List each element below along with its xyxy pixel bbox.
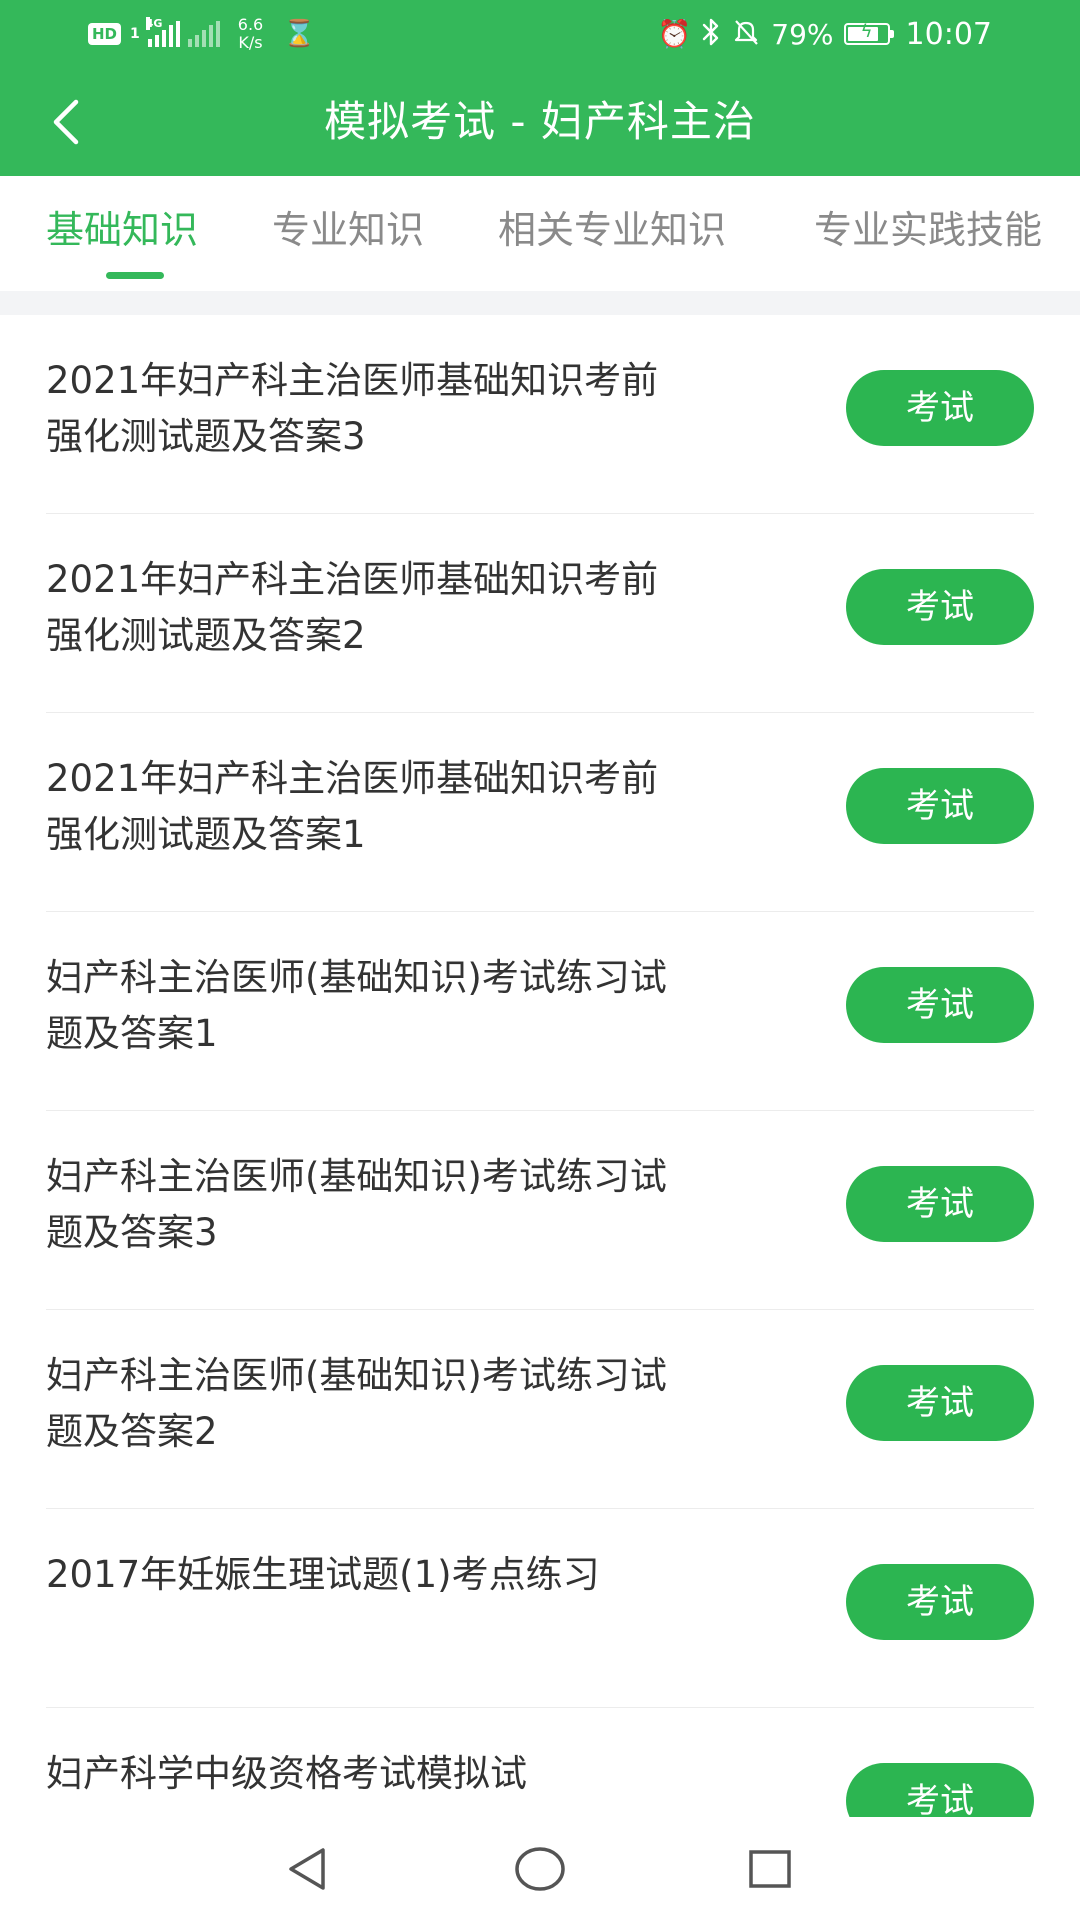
start-exam-button[interactable]: 考试 <box>846 1763 1034 1817</box>
list-item: 妇产科主治医师(基础知识)考试练习试题及答案2 考试 <box>46 1310 1034 1509</box>
hd-sub-label: 1 <box>130 26 140 42</box>
status-time: 10:07 <box>905 16 992 52</box>
exam-list: 2021年妇产科主治医师基础知识考前强化测试题及答案3 考试 2021年妇产科主… <box>0 315 1080 1817</box>
exam-title: 2021年妇产科主治医师基础知识考前强化测试题及答案1 <box>46 757 659 856</box>
start-exam-button[interactable]: 考试 <box>846 1564 1034 1640</box>
tab-related-knowledge[interactable]: 相关专业知识 <box>498 206 726 254</box>
list-item: 妇产科主治医师(基础知识)考试练习试题及答案3 考试 <box>46 1111 1034 1310</box>
exam-title: 妇产科学中级资格考试模拟试 <box>46 1752 527 1795</box>
bluetooth-icon <box>701 17 721 52</box>
nav-back-button[interactable] <box>278 1839 338 1899</box>
status-right: ⏰ 79% ϟ 10:07 <box>658 12 992 56</box>
system-nav-bar <box>0 1817 1080 1920</box>
start-exam-button[interactable]: 考试 <box>846 1166 1034 1242</box>
page-title: 模拟考试 - 妇产科主治 <box>324 97 756 146</box>
active-tab-indicator <box>106 272 164 279</box>
network-type-label: 4G <box>145 17 163 30</box>
tab-practical-skills[interactable]: 专业实践技能 <box>814 206 1042 254</box>
battery-percent: 79% <box>771 17 834 51</box>
mute-icon <box>731 17 761 52</box>
tab-basic-knowledge[interactable]: 基础知识 <box>46 206 198 254</box>
back-triangle-icon <box>289 1848 325 1890</box>
start-exam-button[interactable]: 考试 <box>846 569 1034 645</box>
exam-title: 2021年妇产科主治医师基础知识考前强化测试题及答案2 <box>46 558 659 657</box>
tab-professional-knowledge[interactable]: 专业知识 <box>272 206 424 254</box>
status-bar: HD 1 4G 6.6 K/s ⌛ ⏰ 79% ϟ 10:07 <box>0 0 1080 68</box>
exam-title: 妇产科主治医师(基础知识)考试练习试题及答案1 <box>46 956 667 1055</box>
list-item: 妇产科学中级资格考试模拟试 考试 <box>46 1708 1034 1817</box>
list-item: 2021年妇产科主治医师基础知识考前强化测试题及答案1 考试 <box>46 713 1034 912</box>
signal-icon: 4G <box>145 17 180 47</box>
list-item: 妇产科主治医师(基础知识)考试练习试题及答案1 考试 <box>46 912 1034 1111</box>
section-divider <box>0 291 1080 315</box>
hourglass-icon: ⌛ <box>283 19 316 49</box>
hd-label: HD <box>92 25 118 43</box>
status-left: HD 1 4G 6.6 K/s ⌛ <box>88 14 316 54</box>
list-item: 2021年妇产科主治医师基础知识考前强化测试题及答案2 考试 <box>46 514 1034 713</box>
start-exam-button[interactable]: 考试 <box>846 370 1034 446</box>
start-exam-button[interactable]: 考试 <box>846 967 1034 1043</box>
charging-icon: ϟ <box>860 21 873 42</box>
exam-title: 妇产科主治医师(基础知识)考试练习试题及答案3 <box>46 1155 667 1254</box>
nav-recents-button[interactable] <box>740 1839 800 1899</box>
hd-icon: HD <box>88 23 122 45</box>
list-item: 2021年妇产科主治医师基础知识考前强化测试题及答案3 考试 <box>46 315 1034 514</box>
network-speed: 6.6 K/s <box>238 16 263 52</box>
home-circle-icon <box>515 1847 565 1891</box>
battery-icon: ϟ <box>843 21 894 45</box>
start-exam-button[interactable]: 考试 <box>846 1365 1034 1441</box>
exam-title: 妇产科主治医师(基础知识)考试练习试题及答案2 <box>46 1354 667 1453</box>
nav-home-button[interactable] <box>510 1839 570 1899</box>
network-speed-unit: K/s <box>238 33 263 52</box>
exam-title: 2017年妊娠生理试题(1)考点练习 <box>46 1553 600 1596</box>
alarm-icon: ⏰ <box>657 18 692 50</box>
app-header: HD 1 4G 6.6 K/s ⌛ ⏰ 79% ϟ 10:07 模拟考试 - 妇… <box>0 0 1080 176</box>
category-tabs: 基础知识 专业知识 相关专业知识 专业实践技能 <box>0 176 1080 291</box>
recents-square-icon <box>749 1850 791 1888</box>
start-exam-button[interactable]: 考试 <box>846 768 1034 844</box>
list-item: 2017年妊娠生理试题(1)考点练习 考试 <box>46 1509 1034 1708</box>
network-speed-value: 6.6 <box>237 15 264 34</box>
exam-title: 2021年妇产科主治医师基础知识考前强化测试题及答案3 <box>46 359 659 458</box>
title-bar: 模拟考试 - 妇产科主治 <box>0 68 1080 176</box>
signal-icon <box>187 21 220 47</box>
